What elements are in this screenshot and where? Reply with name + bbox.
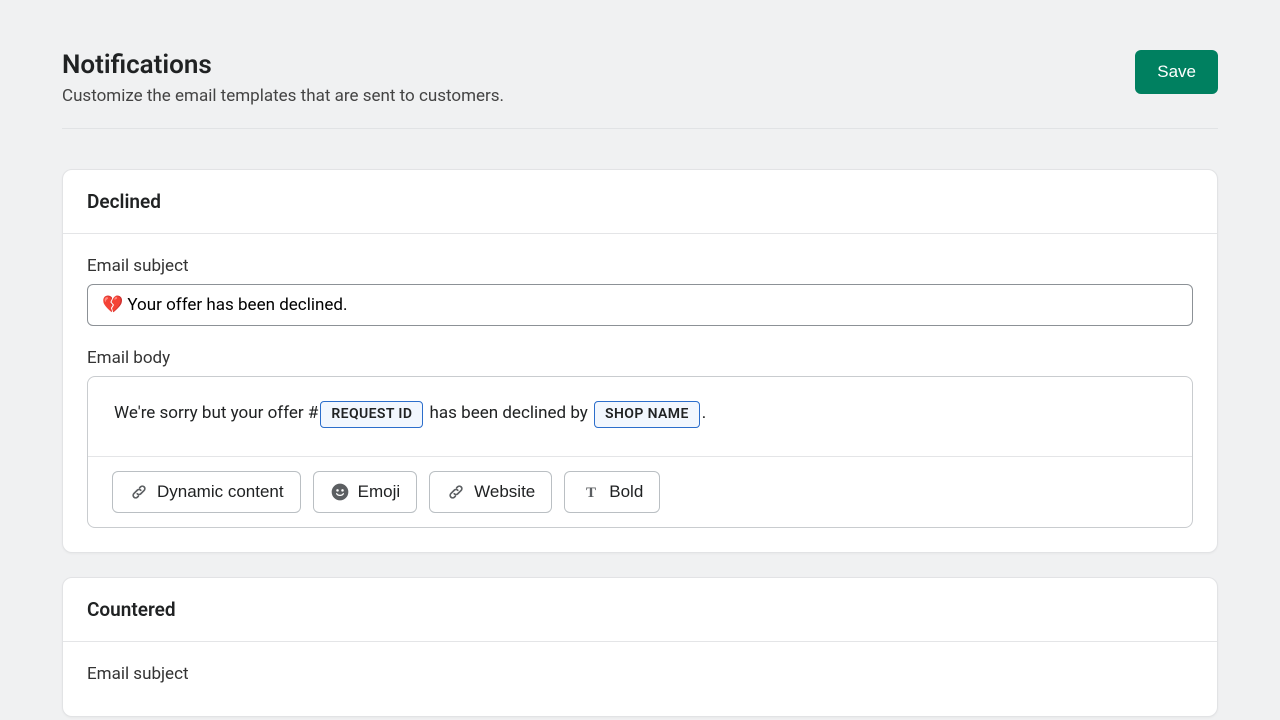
save-button[interactable]: Save xyxy=(1135,50,1218,94)
body-editor: We're sorry but your offer #REQUEST ID h… xyxy=(87,376,1193,528)
body-toolbar: Dynamic content Emoji Website T Bold xyxy=(88,456,1192,527)
dynamic-content-button[interactable]: Dynamic content xyxy=(112,471,301,513)
body-text: We're sorry but your offer # xyxy=(114,403,318,423)
svg-text:T: T xyxy=(586,485,596,501)
emoji-label: Emoji xyxy=(358,482,401,502)
website-label: Website xyxy=(474,482,535,502)
body-text: . xyxy=(702,403,706,423)
subject-label: Email subject xyxy=(87,664,1193,684)
link-icon xyxy=(446,482,466,502)
chip-shop-name[interactable]: SHOP NAME xyxy=(594,401,700,428)
website-button[interactable]: Website xyxy=(429,471,552,513)
body-label: Email body xyxy=(87,348,1193,368)
chip-request-id[interactable]: REQUEST ID xyxy=(320,401,423,428)
countered-card: Countered Email subject xyxy=(62,577,1218,717)
dynamic-content-label: Dynamic content xyxy=(157,482,284,502)
subject-label: Email subject xyxy=(87,256,1193,276)
bold-icon: T xyxy=(581,482,601,502)
body-text: has been declined by xyxy=(425,403,592,423)
bold-button[interactable]: T Bold xyxy=(564,471,660,513)
emoji-icon xyxy=(330,482,350,502)
bold-label: Bold xyxy=(609,482,643,502)
declined-title: Declined xyxy=(87,190,1193,213)
countered-title: Countered xyxy=(87,598,1193,621)
page-header: Notifications Customize the email templa… xyxy=(62,50,1218,129)
page-subtitle: Customize the email templates that are s… xyxy=(62,86,504,106)
body-content[interactable]: We're sorry but your offer #REQUEST ID h… xyxy=(88,377,1192,456)
page-title: Notifications xyxy=(62,50,504,80)
declined-card: Declined Email subject Email body We're … xyxy=(62,169,1218,553)
dynamic-content-icon xyxy=(129,482,149,502)
emoji-button[interactable]: Emoji xyxy=(313,471,418,513)
subject-input[interactable] xyxy=(87,284,1193,326)
